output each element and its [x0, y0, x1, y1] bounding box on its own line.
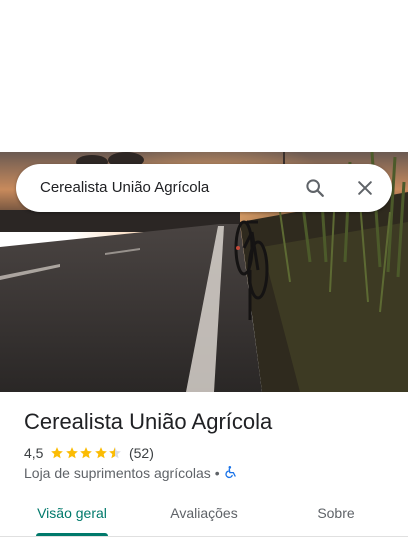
category-label: Loja de suprimentos agrícolas — [24, 465, 211, 481]
star-icon — [80, 447, 93, 459]
category-row: Loja de suprimentos agrícolas • — [24, 464, 238, 482]
review-count[interactable]: (52) — [129, 445, 154, 461]
rating-value: 4,5 — [24, 445, 44, 461]
place-title: Cerealista União Agrícola — [24, 409, 273, 434]
tab-reviews[interactable]: Avaliações — [156, 496, 252, 534]
wheelchair-accessible-icon — [224, 465, 238, 482]
rating-row[interactable]: 4,5 (52) — [24, 444, 154, 462]
tab-bar: Visão geral Avaliações Sobre — [0, 496, 408, 536]
tab-about[interactable]: Sobre — [296, 496, 376, 534]
separator: • — [214, 465, 220, 481]
search-icon[interactable] — [301, 174, 329, 202]
close-icon[interactable] — [351, 174, 379, 202]
star-icon — [109, 447, 122, 459]
star-icon — [66, 447, 78, 459]
divider — [0, 536, 408, 537]
star-rating — [50, 446, 123, 460]
star-icon — [51, 447, 64, 459]
search-bar[interactable]: Cerealista União Agrícola — [16, 164, 392, 212]
tab-overview[interactable]: Visão geral — [24, 496, 120, 534]
star-icon — [95, 447, 107, 459]
search-input[interactable]: Cerealista União Agrícola — [40, 164, 209, 212]
